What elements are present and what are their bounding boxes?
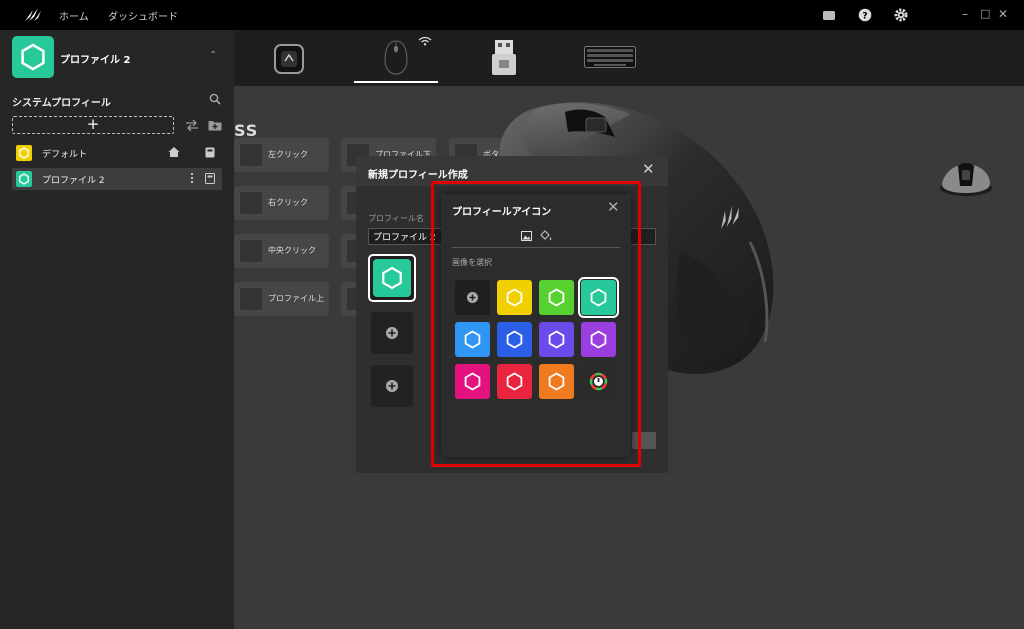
import-export-icon[interactable] — [185, 119, 199, 131]
more-vertical-icon[interactable] — [190, 172, 194, 184]
notification-icon[interactable] — [822, 8, 836, 22]
close-window-button[interactable]: ✕ — [998, 6, 1008, 22]
device-usb-dongle-icon[interactable] — [272, 42, 306, 76]
mouse-thumbnail-image — [940, 163, 992, 196]
red-highlight-box — [431, 181, 641, 467]
key-label: 左クリック — [268, 150, 308, 159]
key-left-click[interactable]: 左クリック — [234, 138, 329, 172]
key-icon — [240, 144, 262, 166]
system-profiles-label: システムプロフィール — [12, 98, 111, 109]
search-icon[interactable] — [209, 93, 221, 105]
key-profile-up[interactable]: プロファイル上 — [234, 282, 329, 316]
device-mouse-icon[interactable] — [382, 38, 410, 76]
profile-name: プロファイル 2 — [42, 176, 105, 186]
add-profile-button[interactable]: + — [12, 116, 174, 134]
hexagon-icon — [382, 266, 402, 290]
folder-add-icon[interactable] — [208, 119, 222, 131]
svg-text:?: ? — [862, 12, 867, 22]
selected-device-indicator — [354, 81, 438, 83]
key-icon — [240, 240, 262, 262]
key-label: 中央クリック — [268, 246, 316, 255]
icon-slot-empty[interactable] — [371, 365, 413, 407]
close-icon[interactable]: ✕ — [642, 162, 655, 177]
hexagon-icon — [19, 173, 30, 185]
key-icon — [240, 288, 262, 310]
device-memory-icon — [205, 173, 215, 184]
sidebar: プロファイル 2 ⌃ システムプロフィール + デフォルト プロファイル 2 — [0, 30, 234, 629]
dialog-title: 新規プロフィール作成 — [368, 170, 468, 181]
profile-color-icon — [16, 171, 32, 187]
plus-circle-icon — [386, 380, 398, 392]
nav-dashboard[interactable]: ダッシュボード — [108, 8, 178, 23]
current-profile-name: プロファイル 2 — [60, 55, 131, 66]
gear-icon[interactable] — [894, 8, 908, 22]
key-icon — [240, 192, 262, 214]
profile-row-default[interactable]: デフォルト — [12, 142, 222, 164]
corsair-logo-icon[interactable] — [24, 7, 42, 23]
device-memory-icon — [205, 147, 215, 158]
selected-profile-icon — [373, 259, 411, 297]
key-label: プロファイル上 — [268, 294, 324, 303]
profile-color-icon — [16, 145, 32, 161]
selected-icon-slot[interactable] — [368, 254, 416, 302]
profile-row-profile-2[interactable]: プロファイル 2 — [12, 168, 222, 190]
minimize-button[interactable]: – — [962, 6, 968, 22]
device-receiver-icon[interactable] — [489, 39, 519, 77]
profile-name-label: プロフィール名 — [368, 214, 424, 223]
hexagon-icon — [19, 147, 30, 159]
chevron-up-icon[interactable]: ⌃ — [209, 50, 217, 61]
device-keyboard-icon[interactable] — [584, 46, 636, 68]
nav-home[interactable]: ホーム — [59, 8, 89, 23]
device-bar — [234, 30, 1024, 86]
help-icon[interactable]: ? — [858, 8, 872, 22]
icon-slot-empty[interactable] — [371, 312, 413, 354]
plus-circle-icon — [386, 327, 398, 339]
wireless-icon — [418, 36, 432, 46]
profile-name: デフォルト — [42, 150, 88, 160]
home-icon — [168, 147, 180, 157]
key-middle-click[interactable]: 中央クリック — [234, 234, 329, 268]
hexagon-icon — [21, 43, 45, 71]
maximize-button[interactable]: □ — [980, 6, 990, 22]
key-right-click[interactable]: 右クリック — [234, 186, 329, 220]
top-bar: ホーム ダッシュボード ? – □ ✕ — [0, 0, 1024, 30]
key-label: 右クリック — [268, 198, 308, 207]
current-profile-icon[interactable] — [12, 36, 54, 78]
